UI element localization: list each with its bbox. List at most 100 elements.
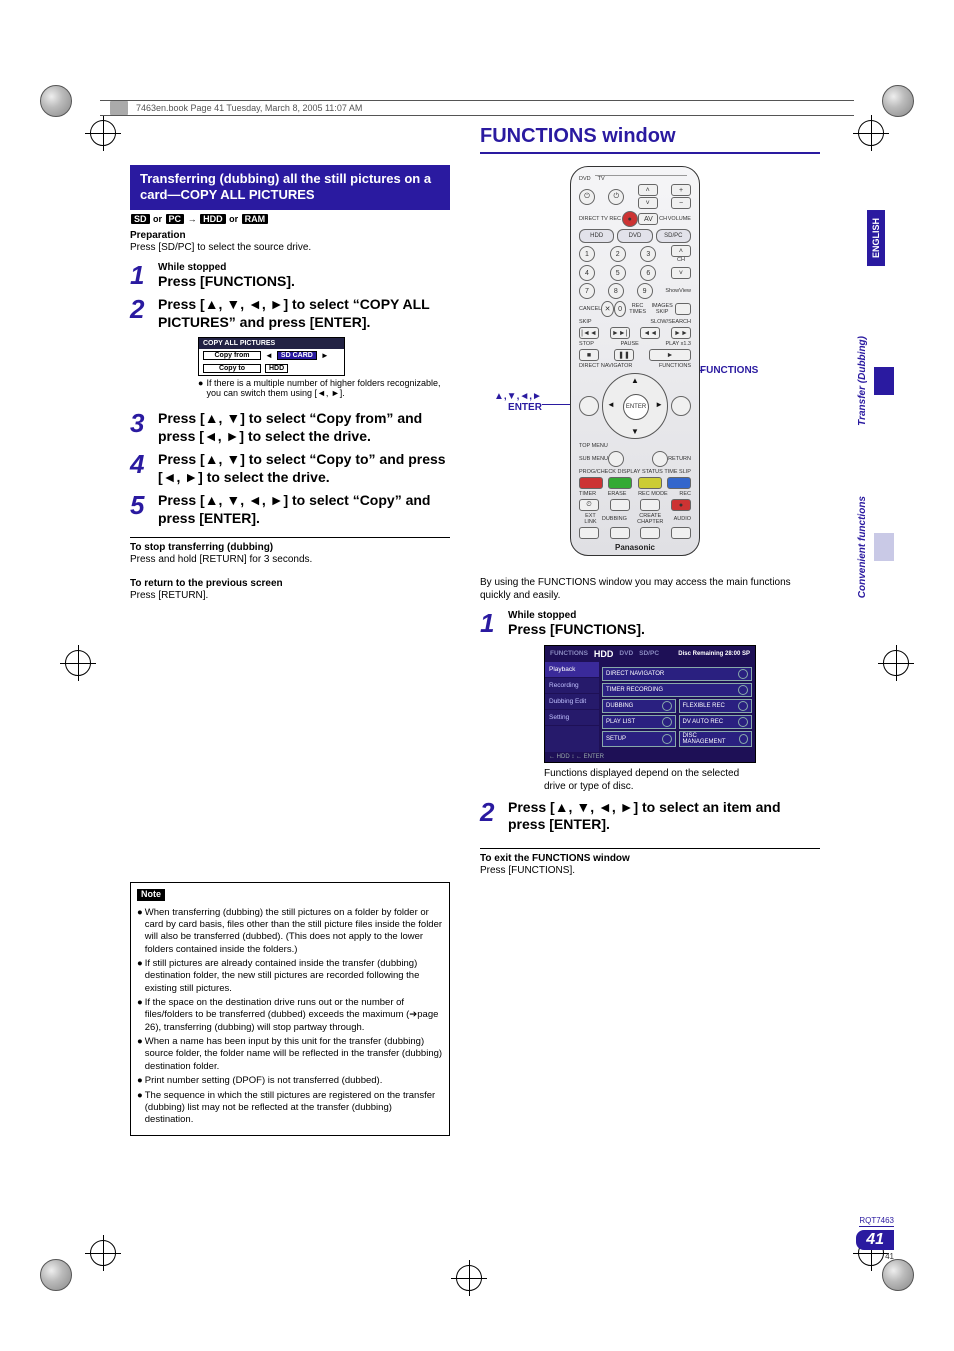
preparation-body: Press [SD/PC] to select the source drive… [130,241,450,254]
num-5-button[interactable]: 5 [610,265,626,281]
num-7-button[interactable]: 7 [579,283,595,299]
register-target-icon [456,1265,482,1291]
stop-heading: To stop transferring (dubbing) [130,542,450,553]
binder-ring [882,85,914,117]
register-target-icon [65,650,91,676]
rec-button[interactable]: ● [671,499,691,511]
search-rev-button[interactable]: ◄◄ [640,327,660,339]
num-3-button[interactable]: 3 [640,246,656,262]
step-3: 3 Press [▲, ▼] to select “Copy from” and… [130,410,450,445]
skip-prev-button[interactable]: |◄◄ [579,327,599,339]
num-2-button[interactable]: 2 [610,246,626,262]
skip-next-button[interactable]: ►►| [610,327,630,339]
ch-down-button[interactable]: ˅ [671,267,691,279]
nav-ring[interactable]: ▲ ◄ ► ▼ ENTER [602,373,668,439]
num-6-button[interactable]: 6 [640,265,656,281]
num-9-button[interactable]: 9 [637,283,653,299]
audio-button[interactable] [671,527,691,539]
power-dvd-button[interactable]: ⏻ [579,189,595,205]
tab-transfer-dubbing: Transfer (Dubbing) [857,336,868,426]
vol-up-button[interactable]: + [671,184,691,196]
step-5: 5 Press [▲, ▼, ◄, ►] to select “Copy” an… [130,492,450,527]
step-2: 2 Press [▲, ▼, ◄, ►] to select “COPY ALL… [130,296,450,404]
side-tabs: ENGLISH Transfer (Dubbing) Convenient fu… [857,210,894,598]
binder-ring [882,1259,914,1291]
recmode-button[interactable] [640,499,660,511]
book-icon [110,101,128,115]
left-arrow-icon: ◄ [265,351,273,360]
section-banner: Transferring (dubbing) all the still pic… [130,165,450,210]
power-tv-button[interactable]: ⏻ [608,189,624,205]
dubbing-button[interactable] [610,527,630,539]
direct-navigator-button[interactable] [579,396,599,416]
create-chapter-button[interactable] [640,527,660,539]
sdpc-button[interactable]: SD/PC [656,229,691,243]
return-heading: To return to the previous screen [130,578,450,589]
note-item: ●The sequence in which the still picture… [137,1090,443,1127]
remote-body: DVD TV ⏻ ⏻ ˄˅ +− DIRECT TV REC●AVCHVOLUM… [570,166,700,556]
tag-sd: SD [131,214,150,224]
functions-intro: By using the FUNCTIONS window you may ac… [480,576,820,602]
functions-window-title: FUNCTIONS window [480,125,820,154]
register-target-icon [90,1240,116,1266]
print-metadata-bar: 7463en.book Page 41 Tuesday, March 8, 20… [100,100,854,116]
functions-screen-note: Functions displayed depend on the select… [544,767,754,793]
submenu-button[interactable] [608,451,624,467]
timer-button[interactable]: ⏲ [579,499,599,511]
tab-english: ENGLISH [867,210,885,266]
content-columns: Transferring (dubbing) all the still pic… [130,125,830,1136]
page-marker: RQT7463 41 41 [794,1210,894,1261]
showview-button[interactable] [675,303,691,315]
pause-button[interactable]: ❚❚ [614,349,634,361]
status-button[interactable] [638,477,662,489]
right-arrow-icon: ► [321,351,329,360]
step-1: 1 While stopped Press [FUNCTIONS]. [130,262,450,291]
vol-down-button[interactable]: − [671,197,691,209]
tag-hdd: HDD [200,214,226,224]
av-button[interactable]: AV [638,213,658,225]
dvd-button[interactable]: DVD [617,229,652,243]
left-column: Transferring (dubbing) all the still pic… [130,125,450,1136]
erase-button[interactable] [610,499,630,511]
hdd-button[interactable]: HDD [579,229,614,243]
screen-note: ●If there is a multiple number of higher… [198,378,450,398]
functions-screen: FUNCTIONS HDD DVD SD/PC Disc Remaining 2… [544,645,756,763]
return-button[interactable] [652,451,668,467]
display-button[interactable] [608,477,632,489]
brand-label: Panasonic [579,543,691,552]
right-column: FUNCTIONS window FUNCTIONS ▲,▼,◄,► ENTER… [480,125,820,1136]
num-0-button[interactable]: 0 [614,301,627,317]
ch-down-button[interactable]: ˅ [638,197,658,209]
play-button[interactable]: ► [649,349,691,361]
ch-up-button[interactable]: ˄ [638,184,658,196]
callout-enter: ▲,▼,◄,► ENTER [494,391,542,413]
search-fwd-button[interactable]: ►► [671,327,691,339]
note-item: ●If the space on the destination drive r… [137,997,443,1034]
direct-rec-button[interactable]: ● [622,211,638,227]
tab-convenient-functions: Convenient functions [857,496,868,598]
step-2: 2 Press [▲, ▼, ◄, ►] to select an item a… [480,799,820,834]
step-4: 4 Press [▲, ▼] to select “Copy to” and p… [130,451,450,486]
stop-button[interactable]: ■ [579,349,599,361]
num-1-button[interactable]: 1 [579,246,595,262]
note-list: ●When transferring (dubbing) the still p… [137,907,443,1127]
enter-button[interactable]: ENTER [623,394,649,420]
register-target-icon [90,120,116,146]
note-box: Note ●When transferring (dubbing) the st… [130,882,450,1136]
progcheck-button[interactable] [579,477,603,489]
tab-marker [874,367,894,395]
timeslip-button[interactable] [667,477,691,489]
num-8-button[interactable]: 8 [608,283,624,299]
cancel-button[interactable]: ✕ [601,301,614,317]
num-4-button[interactable]: 4 [579,265,595,281]
functions-button[interactable] [671,396,691,416]
media-tags: SD or PC → HDD or RAM [130,214,450,224]
extlink-button[interactable] [579,527,599,539]
page: 7463en.book Page 41 Tuesday, March 8, 20… [0,0,954,1351]
binder-ring [40,85,72,117]
note-label: Note [137,889,165,901]
right-steps: 1 While stopped Press [FUNCTIONS]. FUNCT… [480,610,820,834]
step-1: 1 While stopped Press [FUNCTIONS]. FUNCT… [480,610,820,793]
register-target-icon [858,120,884,146]
ch-up-button[interactable]: ˄ [671,245,691,257]
